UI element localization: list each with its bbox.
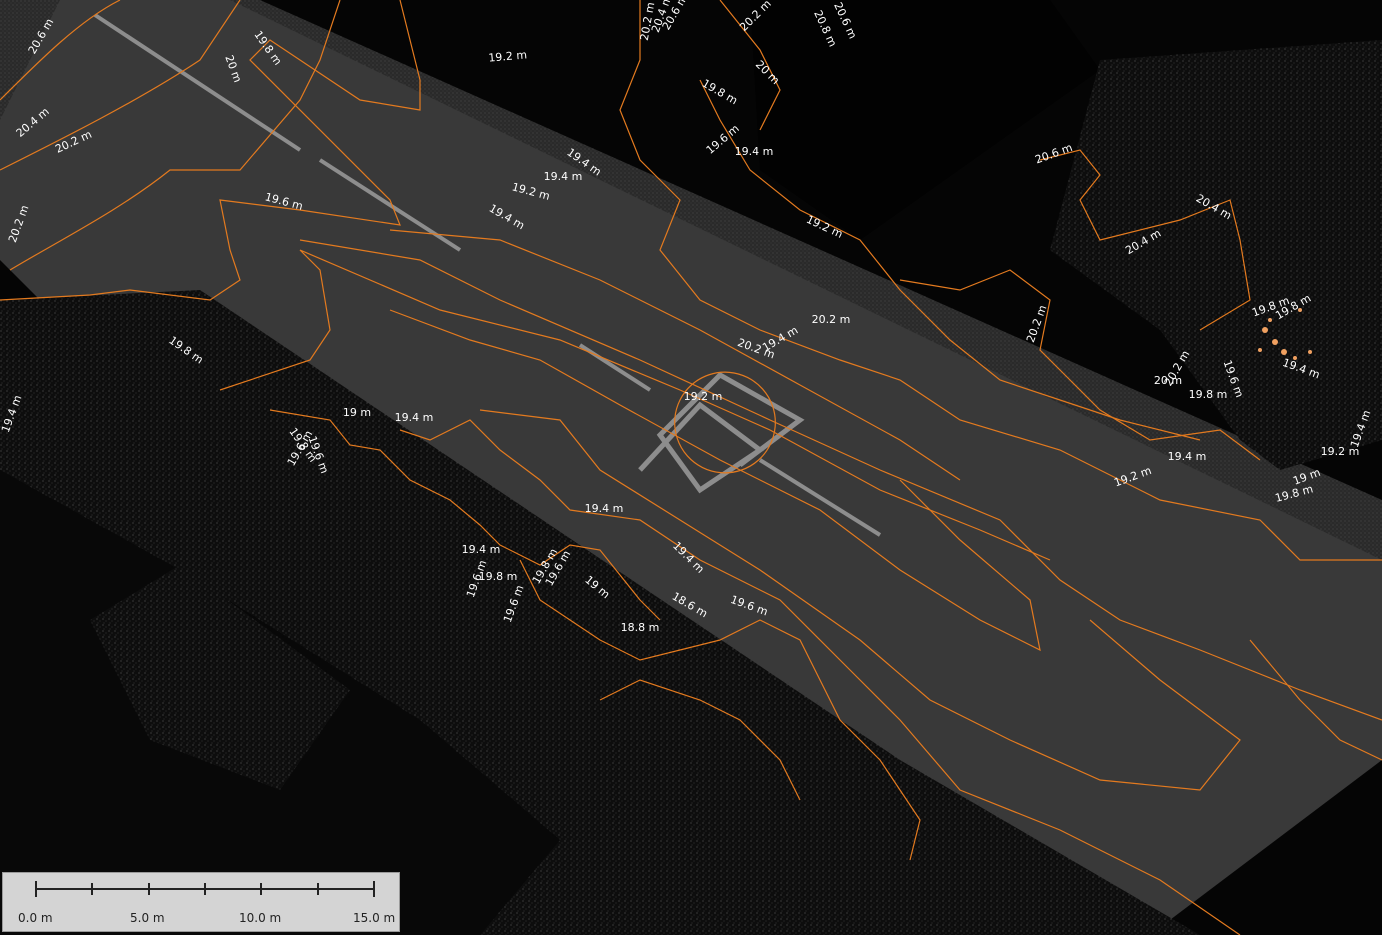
contour-label: 19.4 m: [1168, 450, 1207, 463]
contour-label: 19.4 m: [735, 145, 774, 158]
contour-label: 19.4 m: [544, 170, 583, 183]
contour-label: 19.4 m: [585, 502, 624, 515]
scale-label-0: 0.0 m: [18, 911, 53, 925]
contour-label: 20 m: [1154, 374, 1182, 387]
contour-label: 19.8 m: [1189, 388, 1228, 401]
scale-label-15: 15.0 m: [353, 911, 396, 925]
contour-label: 18.8 m: [621, 621, 660, 634]
scale-label-5: 5.0 m: [130, 911, 165, 925]
scale-label-10: 10.0 m: [239, 911, 282, 925]
contour-label: 19.4 m: [462, 543, 501, 556]
map-canvas[interactable]: 20.6 m 19.8 m20 m20.4 m20.2 m20.2 m19.6 m…: [0, 0, 1382, 935]
contour-label: 19.2 m: [684, 390, 723, 403]
scale-bar-ruler: [35, 881, 375, 897]
contour-label: 20.2 m: [812, 313, 851, 326]
contour-label: 19 m: [343, 406, 371, 419]
contour-label: 19.8 m: [479, 570, 518, 583]
contour-label: 19.4 m: [395, 411, 434, 424]
scale-bar: 0.0 m 5.0 m 10.0 m 15.0 m: [2, 872, 400, 932]
